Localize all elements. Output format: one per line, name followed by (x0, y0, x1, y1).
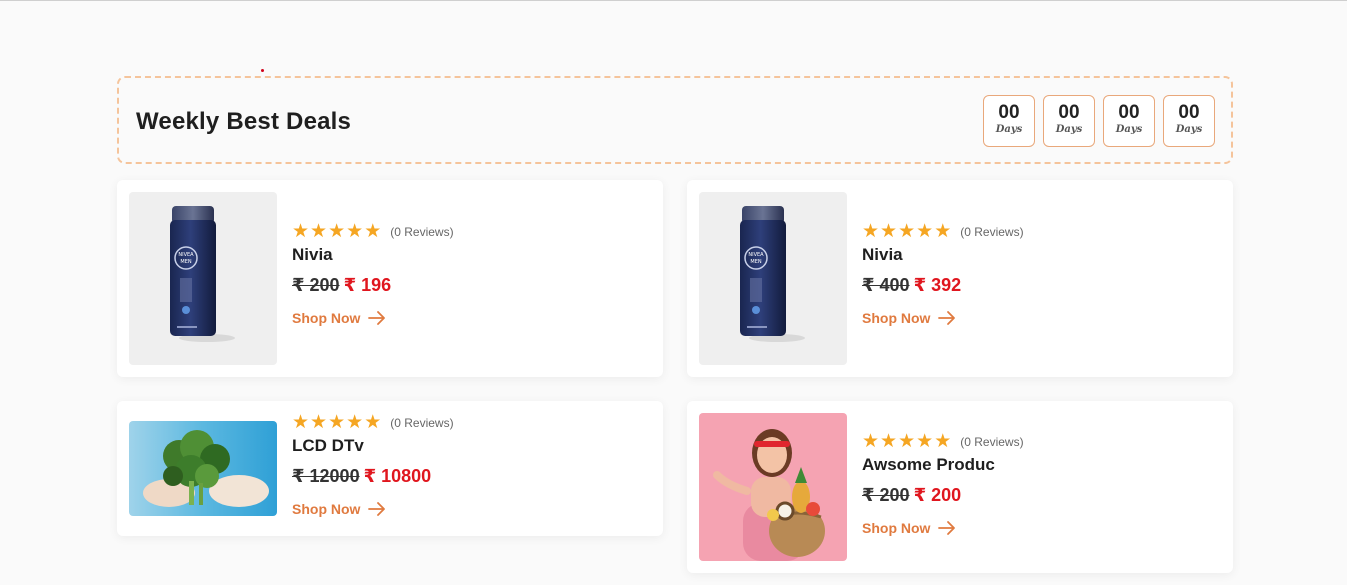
price: ₹ 200 ₹ 196 (292, 275, 454, 299)
countdown-value: 00 (1058, 102, 1080, 123)
deals-header: Weekly Best Deals 00 Days 00 Days 00 Day… (117, 76, 1233, 164)
product-card[interactable]: ★ ★ ★ ★ ★ (0 Reviews) LCD DTv ₹ 12000 ₹ 10800… (117, 401, 663, 536)
rating: ★ ★ ★ ★ ★ (0 Reviews) (292, 412, 454, 433)
star-icon: ★ (328, 221, 346, 242)
shop-now-link[interactable]: Shop Now (862, 520, 1024, 536)
star-icon: ★ (328, 412, 346, 433)
old-price: ₹ 12000 (292, 466, 360, 486)
product-card[interactable]: ★ ★ ★ ★ ★ (0 Reviews) Awsome Produc ₹ 200 ₹ 2… (687, 401, 1233, 573)
rating: ★ ★ ★ ★ ★ (0 Reviews) (862, 431, 1024, 452)
star-icon: ★ (310, 412, 328, 433)
sale-price: ₹ 392 (913, 275, 962, 295)
arrow-right-icon (938, 520, 956, 536)
svg-text:MEN: MEN (750, 259, 761, 265)
section-title: Weekly Best Deals (136, 108, 352, 135)
countdown-label: Days (1175, 124, 1203, 135)
star-icon: ★ (880, 221, 898, 242)
star-icon: ★ (346, 412, 364, 433)
countdown-label: Days (1115, 124, 1143, 135)
star-icon: ★ (292, 412, 310, 433)
countdown-label: Days (1055, 124, 1083, 135)
countdown-box: 00 Days (1103, 95, 1155, 147)
star-icon: ★ (292, 221, 310, 242)
countdown-value: 00 (1178, 102, 1200, 123)
countdown-value: 00 (998, 102, 1020, 123)
star-icon: ★ (916, 431, 934, 452)
star-icon: ★ (934, 221, 952, 242)
shop-now-label: Shop Now (862, 310, 931, 326)
price: ₹ 400 ₹ 392 (862, 275, 1024, 299)
star-icon: ★ (346, 221, 364, 242)
review-count: (0 Reviews) (960, 225, 1024, 239)
shop-now-label: Shop Now (292, 501, 361, 517)
price: ₹ 12000 ₹ 10800 (292, 466, 454, 490)
product-info: ★ ★ ★ ★ ★ (0 Reviews) Awsome Produc ₹ 200 ₹ 2… (862, 431, 1024, 536)
star-icon: ★ (364, 221, 382, 242)
star-icon: ★ (862, 431, 880, 452)
shop-now-link[interactable]: Shop Now (292, 501, 454, 517)
old-price: ₹ 200 (292, 275, 340, 295)
star-icon: ★ (898, 431, 916, 452)
product-info: ★ ★ ★ ★ ★ (0 Reviews) Nivia ₹ 400 ₹ 392 Shop … (862, 221, 1024, 326)
star-icon: ★ (880, 431, 898, 452)
countdown-box: 00 Days (1043, 95, 1095, 147)
decorative-dot (261, 69, 264, 72)
product-image[interactable] (699, 413, 847, 561)
price: ₹ 200 ₹ 200 (862, 485, 1024, 509)
product-name[interactable]: Awsome Produc (862, 455, 1024, 477)
review-count: (0 Reviews) (390, 416, 454, 430)
product-card[interactable]: NIVEA MEN ★ ★ ★ ★ ★ (0 Reviews) Nivia ₹ 200 ₹… (117, 180, 663, 377)
old-price: ₹ 200 (862, 485, 910, 505)
star-icon: ★ (310, 221, 328, 242)
svg-text:MEN: MEN (180, 259, 191, 265)
countdown-box: 00 Days (1163, 95, 1215, 147)
rating: ★ ★ ★ ★ ★ (0 Reviews) (292, 221, 454, 242)
arrow-right-icon (368, 310, 386, 326)
sale-price: ₹ 10800 (363, 466, 432, 486)
rating: ★ ★ ★ ★ ★ (0 Reviews) (862, 221, 1024, 242)
review-count: (0 Reviews) (960, 435, 1024, 449)
star-icon: ★ (916, 221, 934, 242)
sale-price: ₹ 196 (343, 275, 392, 295)
countdown-label: Days (995, 124, 1023, 135)
product-image[interactable]: NIVEA MEN (699, 192, 847, 365)
star-icon: ★ (364, 412, 382, 433)
top-divider (0, 0, 1347, 1)
shop-now-label: Shop Now (862, 520, 931, 536)
svg-text:NIVEA: NIVEA (178, 252, 194, 258)
countdown-timer: 00 Days 00 Days 00 Days 00 Days (983, 95, 1215, 147)
star-icon: ★ (934, 431, 952, 452)
product-image[interactable] (129, 421, 277, 516)
sale-price: ₹ 200 (913, 485, 962, 505)
svg-text:NIVEA: NIVEA (748, 252, 764, 258)
arrow-right-icon (938, 310, 956, 326)
product-name[interactable]: Nivia (862, 245, 1024, 267)
shop-now-link[interactable]: Shop Now (862, 310, 1024, 326)
countdown-box: 00 Days (983, 95, 1035, 147)
review-count: (0 Reviews) (390, 225, 454, 239)
countdown-value: 00 (1118, 102, 1140, 123)
star-icon: ★ (862, 221, 880, 242)
shop-now-link[interactable]: Shop Now (292, 310, 454, 326)
product-image[interactable]: NIVEA MEN (129, 192, 277, 365)
product-card[interactable]: NIVEA MEN ★ ★ ★ ★ ★ (0 Reviews) Nivia ₹ 400 ₹… (687, 180, 1233, 377)
product-name[interactable]: Nivia (292, 245, 454, 267)
old-price: ₹ 400 (862, 275, 910, 295)
shop-now-label: Shop Now (292, 310, 361, 326)
arrow-right-icon (368, 501, 386, 517)
product-info: ★ ★ ★ ★ ★ (0 Reviews) Nivia ₹ 200 ₹ 196 Shop … (292, 221, 454, 326)
star-icon: ★ (898, 221, 916, 242)
product-info: ★ ★ ★ ★ ★ (0 Reviews) LCD DTv ₹ 12000 ₹ 10800… (292, 412, 454, 517)
product-name[interactable]: LCD DTv (292, 436, 454, 458)
